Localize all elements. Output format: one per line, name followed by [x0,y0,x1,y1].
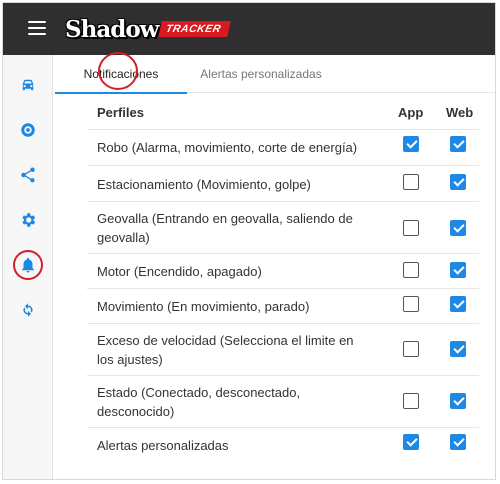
logo-tracker-text: TRACKER [158,21,232,37]
table-row: Alertas personalizadas [87,427,479,461]
app-window: Shadow TRACKER Notificaciones Alertas pe… [2,2,496,480]
web-checkbox[interactable] [450,174,466,190]
web-checkbox[interactable] [450,434,466,450]
header-profiles: Perfiles [97,105,144,120]
app-checkbox[interactable] [403,434,419,450]
app-checkbox[interactable] [403,393,419,409]
table-row: Estado (Conectado, desconectado, descono… [87,375,479,427]
sidebar-item-settings[interactable] [3,202,53,238]
sidebar-item-location[interactable] [3,112,53,148]
share-icon [21,167,35,183]
logo-shadow-text: Shadow [65,15,159,43]
web-checkbox[interactable] [450,136,466,152]
app-checkbox[interactable] [403,220,419,236]
table-row: Geovalla (Entrando en geovalla, saliendo… [87,201,479,253]
web-checkbox[interactable] [450,262,466,278]
row-label: Alertas personalizadas [97,438,229,453]
top-bar: Shadow TRACKER [3,3,495,55]
sidebar [3,55,53,479]
refresh-icon [23,303,33,317]
row-label: Exceso de velocidad (Selecciona el limit… [97,333,354,367]
web-checkbox[interactable] [450,220,466,236]
row-label: Movimiento (En movimiento, parado) [97,299,310,314]
table-row: Estacionamiento (Movimiento, golpe) [87,165,479,201]
web-checkbox[interactable] [450,296,466,312]
sidebar-item-notifications[interactable] [3,247,53,283]
web-checkbox[interactable] [450,341,466,357]
gear-icon [22,213,36,227]
app-checkbox[interactable] [403,136,419,152]
header-app: App [398,105,424,120]
table-row: Motor (Encendido, apagado) [87,253,479,288]
brand-logo: Shadow TRACKER [65,13,232,45]
car-icon [22,79,34,91]
app-checkbox[interactable] [403,262,419,278]
sidebar-item-vehicle[interactable] [3,67,53,103]
hamburger-icon[interactable] [28,21,46,35]
row-label: Robo (Alarma, movimiento, corte de energ… [97,140,358,155]
app-checkbox[interactable] [403,174,419,190]
row-label: Geovalla (Entrando en geovalla, saliendo… [97,211,353,245]
row-label: Estado (Conectado, desconectado, descono… [97,385,301,419]
table-row: Movimiento (En movimiento, parado) [87,288,479,323]
web-checkbox[interactable] [450,393,466,409]
table-row: Exceso de velocidad (Selecciona el limit… [87,323,479,375]
tab-bar: Notificaciones Alertas personalizadas [55,55,495,94]
header-web: Web [446,105,474,120]
notifications-table: Perfiles App Web Robo (Alarma, movimient… [87,95,479,461]
tab-custom-alerts[interactable]: Alertas personalizadas [187,55,335,93]
target-icon [21,123,35,137]
sidebar-item-refresh[interactable] [3,292,53,328]
table-row: Robo (Alarma, movimiento, corte de energ… [87,129,479,165]
table-header: Perfiles App Web [87,95,479,129]
app-checkbox[interactable] [403,341,419,357]
app-checkbox[interactable] [403,296,419,312]
row-label: Estacionamiento (Movimiento, golpe) [97,177,311,192]
tab-notifications[interactable]: Notificaciones [55,55,187,94]
highlight-ring [13,250,43,280]
sidebar-item-share[interactable] [3,157,53,193]
row-label: Motor (Encendido, apagado) [97,264,262,279]
